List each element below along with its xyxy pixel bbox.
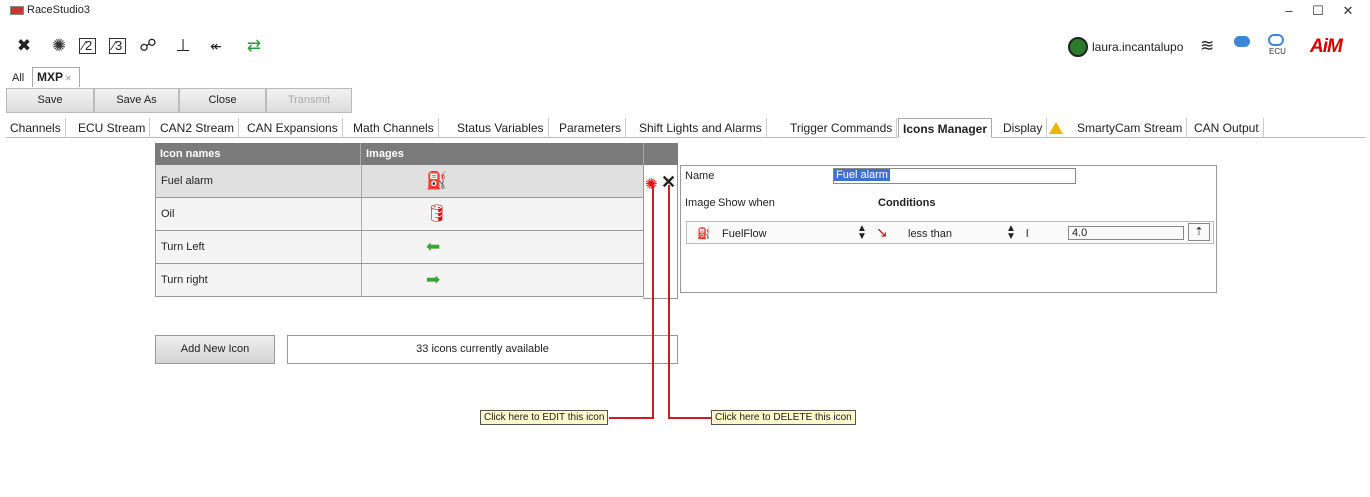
column-header-icon-names: Icon names [155, 143, 361, 165]
chart-icon[interactable]: ⊥ [173, 36, 193, 56]
tab-all-devices[interactable]: All [12, 72, 24, 84]
operator-spinner-icon[interactable]: ▲ ▼ [1006, 224, 1016, 242]
maximize-button[interactable]: ☐ [1304, 2, 1332, 20]
operator-select[interactable]: less than [908, 228, 952, 240]
condition-type-icon[interactable]: ↘ [876, 224, 888, 241]
delete-callout-line [668, 417, 711, 419]
name-label: Name [685, 170, 715, 182]
table-row[interactable]: Turn right ➡ [155, 264, 644, 297]
show-when-label: Show when [718, 197, 775, 209]
tab-can-expansions[interactable]: CAN Expansions [243, 118, 343, 138]
wrench-icon[interactable]: ✖ [14, 36, 34, 56]
device-tab-label: MXP [37, 70, 64, 84]
edit-callout-line [652, 185, 654, 418]
gear-icon[interactable]: ✺ [49, 36, 69, 56]
icon-name: Turn right [161, 274, 208, 286]
threshold-adjust-icon[interactable]: ⇡ [1188, 223, 1210, 241]
tab-channels[interactable]: Channels [6, 118, 66, 138]
app-icon [10, 6, 24, 15]
tab-smartycam-stream[interactable]: SmartyCam Stream [1073, 118, 1188, 138]
warning-icon [1049, 122, 1063, 136]
oil-can-icon: 🛢 [426, 204, 448, 223]
window-title: RaceStudio3 [27, 4, 90, 16]
tab-status-variables[interactable]: Status Variables [453, 118, 549, 138]
tab-can2-stream[interactable]: CAN2 Stream [156, 118, 240, 138]
tab-can-output[interactable]: CAN Output [1190, 118, 1264, 138]
cloud-icon[interactable] [1234, 36, 1250, 47]
tab-math-channels[interactable]: Math Channels [349, 118, 439, 138]
fuel-icon: ⛽ [426, 171, 448, 190]
tab-icons-manager[interactable]: Icons Manager [898, 118, 993, 138]
close-tab-icon[interactable]: ✕ [65, 74, 72, 83]
avatar [1068, 37, 1088, 57]
save-button[interactable]: Save [6, 88, 94, 113]
icon-name-input[interactable]: Fuel alarm [833, 168, 1076, 184]
tab-trigger-commands[interactable]: Trigger Commands [786, 118, 898, 138]
add-new-icon-button[interactable]: Add New Icon [155, 335, 275, 364]
transfer-icon[interactable]: ⇄ [244, 36, 264, 56]
add-device-icon[interactable]: ↞ [206, 36, 226, 56]
arrow-right-icon: ➡ [426, 270, 441, 289]
channel-select[interactable]: FuelFlow [722, 228, 767, 240]
minimize-button[interactable]: – [1275, 2, 1303, 20]
unit-label: l [1026, 228, 1029, 240]
ecu-cloud-icon[interactable] [1268, 34, 1284, 46]
tab-ecu-stream[interactable]: ECU Stream [74, 118, 151, 138]
table-row[interactable]: Fuel alarm ⛽ [155, 165, 644, 198]
math-channel-icon[interactable]: ⁄3 [109, 38, 126, 54]
column-header-images: Images [361, 143, 644, 165]
fuel-icon: ⛽ [697, 228, 711, 240]
tab-shift-lights-alarms[interactable]: Shift Lights and Alarms [635, 118, 767, 138]
tab-device-mxp[interactable]: MXP ✕ [32, 67, 80, 87]
delete-callout-line [668, 185, 670, 418]
ecu-label: ECU [1269, 47, 1286, 56]
edit-callout: Click here to EDIT this icon [480, 410, 609, 425]
save-as-button[interactable]: Save As [94, 88, 179, 113]
icons-available-status: 33 icons currently available [287, 335, 678, 364]
table-row[interactable]: Oil 🛢 [155, 198, 644, 231]
icon-name: Oil [161, 208, 175, 220]
wifi-icon[interactable]: ≋ [1200, 36, 1214, 56]
tab-display[interactable]: Display [999, 118, 1048, 138]
brand-logo: AiM [1310, 36, 1343, 57]
icon-name: Turn Left [161, 241, 205, 253]
image-label: Image [685, 197, 716, 209]
tab-parameters[interactable]: Parameters [555, 118, 627, 138]
table-row[interactable]: Turn Left ⬅ [155, 231, 644, 264]
title-bar [0, 0, 1370, 22]
close-button[interactable]: Close [179, 88, 266, 113]
user-name[interactable]: laura.incantalupo [1092, 40, 1183, 54]
conditions-label: Conditions [878, 197, 936, 209]
close-window-button[interactable]: ✕ [1334, 2, 1362, 20]
track-icon[interactable]: ☍ [138, 36, 158, 56]
arrow-left-icon: ⬅ [426, 237, 441, 256]
threshold-value-input[interactable]: 4.0 [1068, 226, 1184, 240]
icon-name-value: Fuel alarm [834, 169, 890, 181]
edit-callout-line [609, 417, 654, 419]
delete-callout: Click here to DELETE this icon [711, 410, 856, 425]
channel-spinner-icon[interactable]: ▲ ▼ [857, 224, 867, 242]
channel-config-icon[interactable]: ⁄2 [79, 38, 96, 54]
icon-name: Fuel alarm [161, 175, 213, 187]
grid-header: Icon names Images [155, 143, 678, 165]
transmit-button[interactable]: Transmit [266, 88, 352, 113]
